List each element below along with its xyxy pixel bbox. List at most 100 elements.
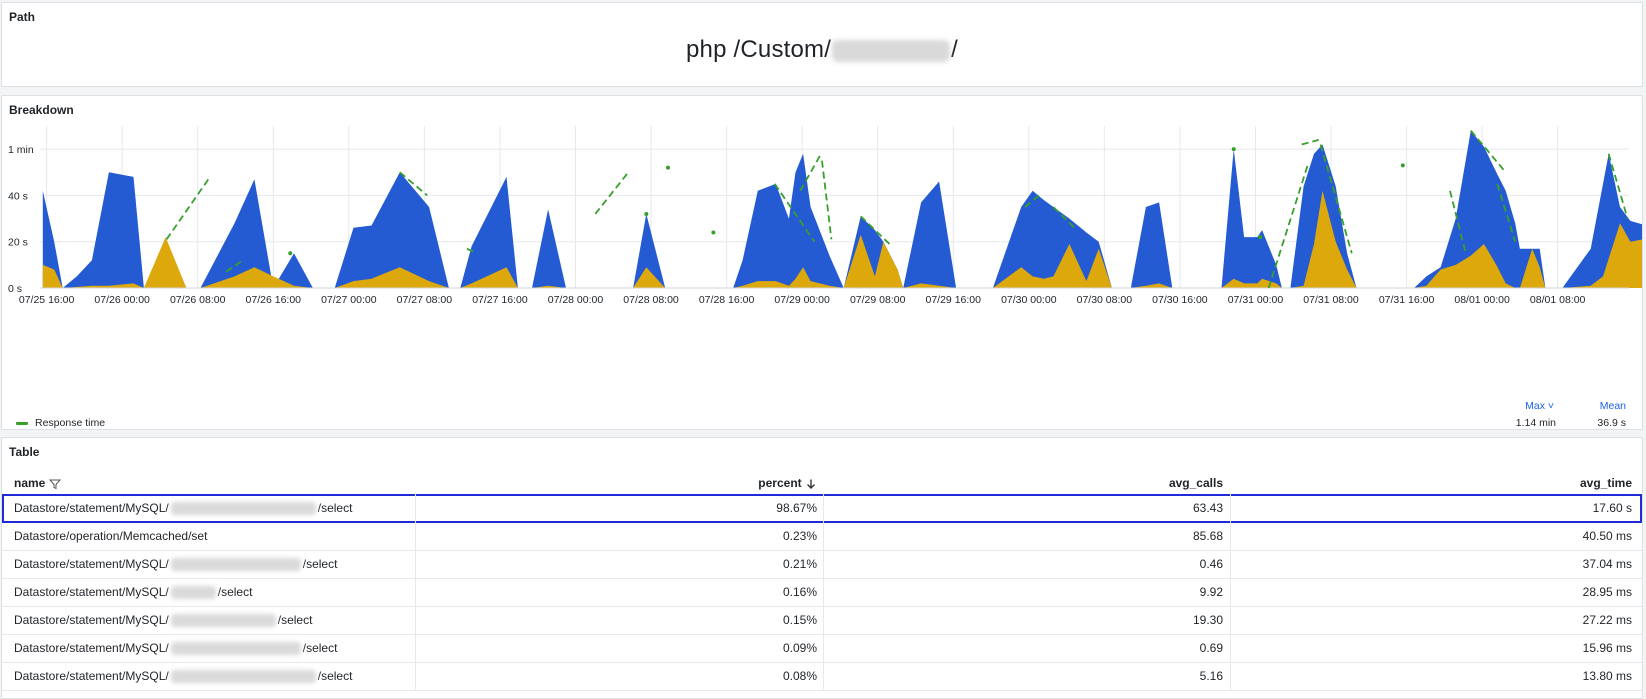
column-header-name[interactable]: name: [14, 472, 404, 494]
redacted-table-name: [170, 614, 276, 628]
column-divider: [415, 522, 416, 550]
response-time-line: [594, 171, 630, 215]
x-tick-label: 07/26 00:00: [94, 294, 150, 306]
column-divider: [415, 662, 416, 690]
table-panel-title: Table: [9, 445, 40, 459]
legend-max-header[interactable]: Max ˅: [1525, 400, 1554, 412]
cell-avg-calls: 9.92: [1199, 585, 1223, 599]
column-header-avg-calls[interactable]: avg_calls: [825, 472, 1223, 494]
cell-name-prefix: Datastore/statement/MySQL/: [14, 585, 169, 599]
cell-name: Datastore/statement/MySQL/ /select: [14, 634, 404, 662]
column-divider: [823, 578, 824, 606]
x-tick-label: 08/01 08:00: [1530, 294, 1586, 306]
cell-name-prefix: Datastore/statement/MySQL/: [14, 669, 169, 683]
cell-avg-time: 28.95 ms: [1582, 585, 1632, 599]
x-tick-label: 07/31 16:00: [1379, 294, 1435, 306]
path-value-prefix: php /Custom/: [685, 36, 832, 63]
cell-avg-calls: 5.16: [1199, 669, 1223, 683]
cell-name-prefix: Datastore/statement/MySQL/: [14, 613, 169, 627]
column-divider: [823, 522, 824, 550]
filter-icon[interactable]: [48, 478, 61, 490]
column-divider: [1230, 494, 1231, 522]
x-tick-label: 07/25 16:00: [19, 294, 75, 306]
response-time-line: [1301, 139, 1319, 146]
table-row[interactable]: Datastore/statement/MySQL/ /select 0.09% 0.…: [2, 634, 1642, 663]
legend-swatch: [16, 422, 28, 425]
response-time-point: [1231, 147, 1236, 152]
table-row[interactable]: Datastore/statement/MySQL/ /select 0.15% 19…: [2, 606, 1642, 635]
table-row[interactable]: Datastore/operation/Memcached/set 0.23% 85…: [2, 522, 1642, 551]
column-divider: [415, 494, 416, 522]
cell-name-suffix: /select: [217, 585, 253, 599]
cell-name-suffix: /select: [302, 557, 338, 571]
cell-name: Datastore/statement/MySQL/ /select: [14, 550, 404, 578]
table-row[interactable]: Datastore/statement/MySQL/ /select 0.21% 0.…: [2, 550, 1642, 579]
cell-percent: 98.67%: [776, 501, 817, 515]
cell-percent: 0.21%: [782, 557, 817, 571]
cell-name: Datastore/statement/MySQL/ /select: [14, 606, 404, 634]
sort-descending-icon: [807, 479, 815, 489]
breakdown-chart[interactable]: 0 s20 s40 s1 min07/25 16:00 07/26 00:00 07…: [2, 96, 1643, 430]
column-divider: [1230, 550, 1231, 578]
cell-name-prefix: Datastore/statement/MySQL/: [14, 641, 169, 655]
column-divider: [1230, 662, 1231, 690]
table-header-row: name percent avg_calls avg_time: [2, 472, 1642, 494]
cell-name: Datastore/operation/Memcached/set: [14, 522, 404, 550]
cell-name-suffix: /select: [317, 501, 353, 515]
cell-percent: 0.15%: [782, 613, 817, 627]
x-tick-label: 07/30 16:00: [1152, 294, 1208, 306]
series-area-mysql-select: [42, 130, 1642, 288]
cell-name-prefix: Datastore/statement/MySQL/: [14, 557, 169, 571]
column-divider: [415, 606, 416, 634]
column-header-percent[interactable]: percent: [417, 472, 817, 494]
redacted-table-name: [170, 558, 301, 572]
x-tick-label: 07/31 08:00: [1303, 294, 1359, 306]
x-tick-label: 07/27 00:00: [321, 294, 377, 306]
table-panel: Table name percent avg_calls avg_time Da…: [1, 437, 1643, 699]
column-divider: [823, 662, 824, 690]
cell-avg-time: 13.80 ms: [1582, 669, 1632, 683]
x-tick-label: 07/26 08:00: [170, 294, 226, 306]
column-divider: [1230, 606, 1231, 634]
cell-avg-time: 37.04 ms: [1582, 557, 1632, 571]
table-row[interactable]: Datastore/statement/MySQL/ /select 98.67% 6…: [2, 494, 1642, 523]
column-divider: [415, 550, 416, 578]
response-time-point: [1258, 235, 1263, 240]
column-divider: [823, 550, 824, 578]
cell-avg-calls: 19.30: [1192, 613, 1223, 627]
response-time-point: [644, 211, 649, 216]
y-tick-label: 40 s: [8, 190, 28, 202]
x-tick-label: 07/31 00:00: [1228, 294, 1284, 306]
cell-name-suffix: /select: [317, 669, 353, 683]
legend-max-value: 1.14 min: [1515, 417, 1556, 429]
response-time-line: [821, 160, 833, 240]
legend-item[interactable]: Response time 1.14 min 36.9 s: [10, 414, 1634, 429]
legend-label: Response time: [35, 414, 106, 429]
redacted-table-name: [170, 642, 301, 656]
column-header-avg-time[interactable]: avg_time: [1232, 472, 1632, 494]
table-row[interactable]: Datastore/statement/MySQL/ /select 0.08% 5.…: [2, 662, 1642, 691]
column-divider: [415, 634, 416, 662]
legend-mean-header[interactable]: Mean: [1600, 400, 1626, 412]
column-divider: [1230, 522, 1231, 550]
path-panel-title: Path: [9, 10, 36, 24]
cell-avg-time: 40.50 ms: [1582, 529, 1632, 543]
cell-avg-time: 17.60 s: [1592, 501, 1632, 515]
cell-name: Datastore/statement/MySQL/ /select: [14, 578, 404, 606]
y-tick-label: 1 min: [8, 144, 34, 156]
column-divider: [823, 606, 824, 634]
x-tick-label: 07/29 16:00: [926, 294, 982, 306]
x-tick-label: 07/28 08:00: [623, 294, 679, 306]
column-divider: [1230, 634, 1231, 662]
cell-name: Datastore/statement/MySQL/ /select: [14, 662, 404, 690]
path-value: php /Custom/ /: [2, 36, 1642, 64]
legend-label-prefix: Response time: [35, 417, 106, 429]
response-time-point: [288, 251, 293, 256]
table-row[interactable]: Datastore/statement/MySQL/ /select 0.16% 9.…: [2, 578, 1642, 607]
redacted-table-name: [170, 586, 216, 600]
cell-name-suffix: /select: [302, 641, 338, 655]
response-time-point: [711, 230, 716, 235]
path-panel: Path php /Custom/ /: [1, 2, 1643, 87]
column-divider: [415, 578, 416, 606]
x-tick-label: 07/29 00:00: [774, 294, 830, 306]
